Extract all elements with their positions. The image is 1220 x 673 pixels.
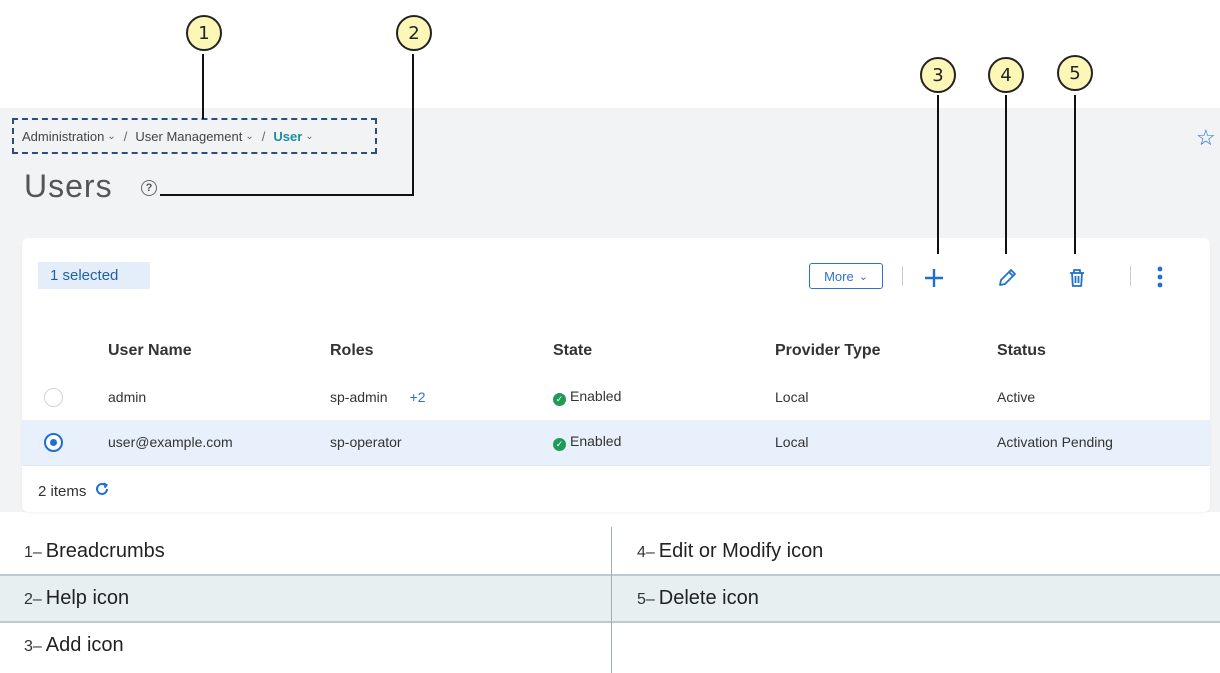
row-select-radio[interactable] [44, 388, 63, 407]
selection-count: 1 selected [38, 262, 150, 289]
legend-item-3: 3– Add icon [24, 634, 124, 657]
cell-status: Activation Pending [997, 434, 1113, 450]
callout-leader [1005, 95, 1007, 254]
cell-provider-type: Local [775, 434, 809, 450]
check-circle-icon: ✓ [553, 438, 566, 451]
column-header-provider-type[interactable]: Provider Type [775, 342, 881, 360]
legend-column-divider [611, 527, 612, 673]
callout-5: 5 [1057, 55, 1093, 91]
chevron-down-icon[interactable]: ⌄ [107, 131, 115, 142]
breadcrumb: Administration ⌄ / User Management ⌄ / U… [12, 118, 377, 154]
legend-divider [0, 574, 1220, 576]
callout-leader [412, 54, 414, 195]
add-icon[interactable] [920, 264, 948, 292]
cell-state: ✓ Enabled [553, 388, 621, 406]
toolbar-divider [902, 266, 903, 286]
chevron-down-icon[interactable]: ⌄ [245, 131, 253, 142]
star-icon[interactable]: ☆ [1196, 127, 1216, 149]
vertical-ellipsis-icon[interactable] [1152, 262, 1168, 292]
legend-label: Help icon [45, 587, 130, 609]
callout-1: 1 [186, 15, 222, 51]
callout-2: 2 [396, 15, 432, 51]
legend-item-4: 4– Edit or Modify icon [637, 540, 823, 563]
legend-divider [0, 621, 1220, 623]
state-label: Enabled [570, 433, 622, 449]
column-header-state[interactable]: State [553, 342, 592, 360]
legend-label: Add icon [45, 634, 124, 656]
callout-leader [202, 54, 204, 119]
row-select-radio[interactable] [44, 433, 63, 452]
legend-label: Delete icon [658, 587, 759, 609]
breadcrumb-item-administration[interactable]: Administration [22, 129, 104, 144]
column-header-status[interactable]: Status [997, 342, 1046, 360]
state-label: Enabled [570, 388, 622, 404]
breadcrumb-item-user[interactable]: User [273, 129, 302, 144]
cell-state: ✓ Enabled [553, 433, 621, 451]
more-roles-link[interactable]: +2 [410, 389, 426, 405]
cell-status: Active [997, 389, 1036, 405]
breadcrumb-item-user-management[interactable]: User Management [135, 129, 242, 144]
check-circle-icon: ✓ [553, 393, 566, 406]
toolbar-divider [1130, 266, 1131, 286]
callout-3: 3 [920, 57, 956, 93]
column-header-roles[interactable]: Roles [330, 342, 374, 360]
legend-label: Edit or Modify icon [658, 540, 824, 562]
cell-user-name: user@example.com [108, 434, 233, 450]
delete-trash-icon[interactable] [1063, 264, 1091, 292]
page-title: Users [24, 168, 113, 204]
refresh-icon[interactable] [94, 481, 110, 501]
grid-footer: 2 items [38, 481, 110, 501]
legend-item-5: 5– Delete icon [637, 587, 759, 610]
callout-leader [1074, 95, 1076, 254]
callout-leader [160, 194, 414, 196]
legend-item-1: 1– Breadcrumbs [24, 540, 165, 563]
column-header-user-name[interactable]: User Name [108, 342, 192, 360]
item-count: 2 items [38, 482, 87, 500]
grid-footer-divider [22, 465, 1210, 466]
legend-number: 1– [24, 544, 42, 561]
chevron-down-icon: ⌄ [858, 270, 868, 283]
screenshot-stage: Administration ⌄ / User Management ⌄ / U… [0, 0, 1220, 673]
legend-number: 2– [24, 591, 42, 608]
cell-roles: sp-admin +2 [330, 389, 426, 405]
edit-pencil-icon[interactable] [993, 264, 1021, 292]
more-button[interactable]: More ⌄ [809, 263, 883, 289]
chevron-down-icon[interactable]: ⌄ [305, 131, 313, 142]
legend-item-2: 2– Help icon [24, 587, 129, 610]
cell-roles: sp-operator [330, 434, 402, 450]
callout-4: 4 [988, 57, 1024, 93]
breadcrumb-separator: / [261, 128, 266, 144]
role-label: sp-admin [330, 389, 388, 405]
legend-number: 5– [637, 591, 655, 608]
breadcrumb-separator: / [123, 128, 128, 144]
legend-row-shaded [0, 576, 1220, 621]
cell-provider-type: Local [775, 389, 809, 405]
help-icon[interactable]: ? [141, 180, 157, 196]
legend-number: 3– [24, 638, 42, 655]
cell-user-name: admin [108, 389, 147, 405]
callout-leader [937, 95, 939, 254]
legend-label: Breadcrumbs [45, 540, 165, 562]
legend-number: 4– [637, 544, 655, 561]
more-button-label: More [824, 268, 854, 284]
